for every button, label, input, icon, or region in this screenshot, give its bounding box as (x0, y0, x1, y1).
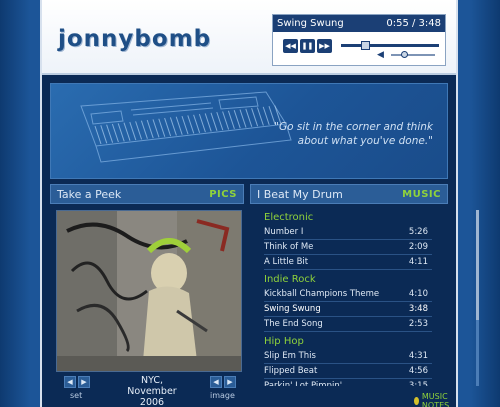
track-duration: 2:53 (408, 319, 428, 329)
site-logo[interactable]: jonnybomb (58, 26, 211, 52)
banner-quote: "Go sit in the corner and think about wh… (274, 121, 433, 147)
track-title: Kickball Champions Theme (264, 289, 380, 299)
track-title: Swing Swung (264, 304, 321, 314)
photo-caption: NYC, November 2006 (127, 375, 177, 407)
music-panel-header: I Beat My Drum MUSIC (250, 184, 448, 204)
track-row[interactable]: Flipped Beat 4:56 (264, 364, 432, 379)
volume-handle[interactable] (401, 51, 409, 58)
graffiti-photo-image (57, 211, 241, 371)
track-duration: 4:10 (408, 289, 428, 299)
track-duration: 4:11 (408, 257, 428, 267)
genre-heading: Hip Hop (264, 336, 304, 347)
track-row[interactable]: Kickball Champions Theme 4:10 (264, 287, 432, 302)
track-title: The End Song (264, 319, 323, 329)
gallery-photo[interactable] (56, 210, 242, 372)
music-panel-title: I Beat My Drum (257, 187, 343, 201)
page-frame: jonnybomb Swing Swung 0:55 / 3:48 ◀◀ ❚❚ … (40, 0, 479, 407)
volume-icon: ◀ (377, 50, 384, 60)
set-next-button[interactable]: ▶ (78, 376, 90, 388)
set-label: set (70, 391, 83, 400)
forward-button[interactable]: ▶▶ (317, 39, 332, 53)
track-title: Parkin' Lot Pimpin' (264, 381, 343, 386)
playlist-scrollbar[interactable] (476, 210, 479, 386)
track-title: Number I (264, 227, 304, 237)
photos-panel-header: Take a Peek PICS (50, 184, 244, 204)
audio-player: Swing Swung 0:55 / 3:48 ◀◀ ❚❚ ▶▶ ◀ (272, 14, 446, 66)
genre-heading: Electronic (264, 212, 314, 223)
track-duration: 5:26 (408, 227, 428, 237)
image-prev-button[interactable]: ◀ (210, 376, 222, 388)
track-duration: 2:09 (408, 242, 428, 252)
playlist: Electronic Number I 5:26 Think of Me 2:09 A L… (264, 208, 432, 386)
track-row[interactable]: ◀Swing Swung3:48 (264, 302, 432, 317)
seek-handle[interactable] (360, 41, 370, 50)
seek-bar[interactable] (341, 41, 439, 50)
player-info-bar: Swing Swung 0:55 / 3:48 (273, 15, 445, 32)
track-title: Flipped Beat (264, 366, 318, 376)
track-row[interactable]: Number I 5:26 (264, 225, 432, 240)
track-row[interactable]: Slip Em This 4:31 (264, 349, 432, 364)
music-tag[interactable]: MUSIC (402, 189, 441, 200)
track-duration: 3:48 (408, 304, 428, 314)
track-row[interactable]: Think of Me 2:09 (264, 240, 432, 255)
track-row[interactable]: Parkin' Lot Pimpin' 3:15 (264, 379, 432, 386)
playback-time: 0:55 / 3:48 (386, 18, 441, 29)
volume-slider[interactable] (391, 51, 435, 58)
player-controls: ◀◀ ❚❚ ▶▶ (283, 39, 332, 53)
track-title: A Little Bit (264, 257, 309, 267)
set-prev-button[interactable]: ◀ (64, 376, 76, 388)
header: jonnybomb Swing Swung 0:55 / 3:48 ◀◀ ❚❚ … (42, 0, 456, 75)
pics-tag[interactable]: PICS (209, 189, 237, 200)
now-playing-title: Swing Swung (277, 18, 344, 29)
track-title: Slip Em This (264, 351, 316, 361)
photo-navigation: ◀ ▶ set NYC, November 2006 ◀ ▶ image (50, 374, 246, 407)
scrollbar-thumb[interactable] (476, 210, 479, 320)
photos-panel-title: Take a Peek (57, 187, 122, 201)
image-next-button[interactable]: ▶ (224, 376, 236, 388)
pause-button[interactable]: ❚❚ (300, 39, 315, 53)
track-row[interactable]: The End Song 2:53 (264, 317, 432, 332)
rewind-button[interactable]: ◀◀ (283, 39, 298, 53)
music-notes-label: MUSIC NOTES (421, 392, 450, 407)
track-duration: 4:31 (408, 351, 428, 361)
track-duration: 4:56 (408, 366, 428, 376)
genre-heading: Indie Rock (264, 274, 316, 285)
hero-banner: "Go sit in the corner and think about wh… (50, 83, 448, 179)
music-notes-link[interactable]: MUSIC NOTES (414, 392, 456, 407)
track-row[interactable]: A Little Bit 4:11 (264, 255, 432, 270)
image-label: image (210, 391, 235, 400)
track-title: Think of Me (264, 242, 314, 252)
track-duration: 3:15 (408, 381, 428, 386)
music-notes-icon (414, 397, 419, 405)
